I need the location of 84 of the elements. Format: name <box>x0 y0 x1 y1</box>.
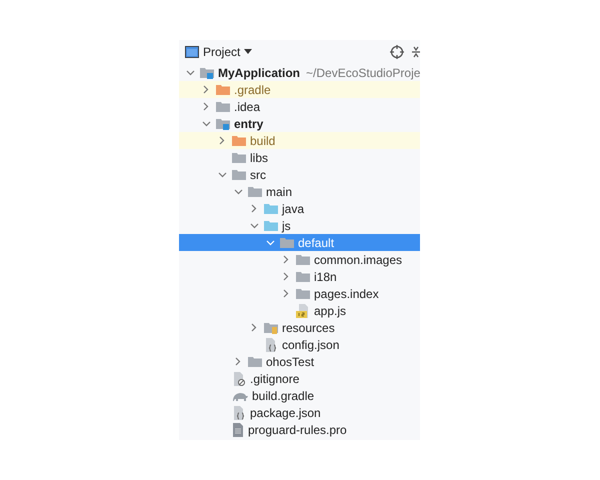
folder-icon <box>232 134 246 146</box>
ignore-file-icon <box>232 372 246 386</box>
module-folder-icon <box>200 66 214 78</box>
chevron-right-icon[interactable] <box>203 102 209 111</box>
tree-row[interactable]: proguard-rules.pro <box>179 421 420 438</box>
chevron-right-icon[interactable] <box>251 204 257 213</box>
tree-item-label: app.js <box>314 302 346 319</box>
tree-item-label: js <box>282 218 291 234</box>
tree-row[interactable]: common.images <box>179 251 420 268</box>
chevron-down-icon[interactable] <box>186 70 194 76</box>
tree-row[interactable]: libs <box>179 149 420 166</box>
tree-row[interactable]: js <box>179 217 420 234</box>
tree-item-label: MyApplication <box>218 64 300 81</box>
tree-row[interactable]: MyApplication ~/DevEcoStudioProje <box>179 64 420 81</box>
tree-item-label: ohosTest <box>266 354 314 370</box>
tree-row[interactable]: java <box>179 200 420 217</box>
tree-item-label: build <box>250 132 276 149</box>
tree-item-label: common.images <box>314 252 402 268</box>
locate-icon[interactable] <box>390 45 404 59</box>
tree-item-label: .gitignore <box>250 370 300 387</box>
chevron-down-icon[interactable] <box>250 222 258 228</box>
tree-row[interactable]: i18n <box>179 268 420 285</box>
folder-icon <box>216 100 230 112</box>
module-folder-icon <box>216 118 230 130</box>
collapse-icon[interactable] <box>412 45 420 59</box>
folder-icon <box>280 236 294 248</box>
tree-row[interactable]: pages.index <box>179 285 420 302</box>
tree-item-label: build.gradle <box>252 388 314 404</box>
chevron-right-icon[interactable] <box>283 289 289 298</box>
highlighted-tree-row[interactable]: .gradle <box>179 81 420 98</box>
chevron-right-icon[interactable] <box>203 85 209 94</box>
folder-icon <box>232 152 246 164</box>
tree-item-label: package.json <box>250 404 321 421</box>
tree-item-label: java <box>282 200 304 217</box>
folder-icon <box>216 84 230 96</box>
tree-item-label: i18n <box>314 268 337 285</box>
json-file-icon <box>264 338 278 352</box>
chevron-right-icon[interactable] <box>283 272 289 281</box>
chevron-right-icon[interactable] <box>283 255 289 264</box>
folder-icon <box>264 220 278 232</box>
tree-row[interactable]: entry <box>179 115 420 132</box>
tree-row[interactable]: main <box>179 183 420 200</box>
tree-row[interactable]: src <box>179 166 420 183</box>
folder-icon <box>248 356 262 368</box>
tree-row[interactable]: .idea <box>179 98 420 115</box>
folder-icon <box>296 288 310 300</box>
tree-item-label: default <box>298 234 334 251</box>
folder-icon <box>296 254 310 266</box>
tree-row[interactable]: app.js <box>179 302 420 319</box>
chevron-down-icon[interactable] <box>234 188 242 194</box>
resources-folder-icon <box>264 322 278 334</box>
tree-item-label: main <box>266 184 292 200</box>
folder-icon <box>296 270 310 282</box>
chevron-right-icon[interactable] <box>251 323 257 332</box>
tree-item-label: proguard-rules.pro <box>248 422 347 438</box>
tree-item-label: entry <box>234 116 264 132</box>
json-file-icon <box>232 406 246 420</box>
tree-item-label: config.json <box>282 336 340 353</box>
folder-icon <box>248 186 262 198</box>
tree-item-path: ~/DevEcoStudioProje <box>306 64 420 81</box>
tree-row[interactable]: package.json <box>179 404 420 421</box>
tree-row[interactable]: ohosTest <box>179 353 420 370</box>
chevron-down-icon[interactable] <box>218 172 226 178</box>
tree-row[interactable]: resources <box>179 319 420 336</box>
chevron-right-icon[interactable] <box>235 357 241 366</box>
tree-item-label: libs <box>250 150 268 166</box>
tree-row[interactable]: build.gradle <box>179 387 420 404</box>
project-view-dropdown[interactable]: Project <box>203 43 252 61</box>
chevron-right-icon[interactable] <box>219 136 225 145</box>
tree-row[interactable]: config.json <box>179 336 420 353</box>
caret-icon <box>244 49 252 55</box>
tree-item-label: pages.index <box>314 286 379 302</box>
text-file-icon <box>232 422 244 436</box>
chevron-down-icon[interactable] <box>202 120 210 126</box>
tree-item-label: .gradle <box>234 82 271 98</box>
tree-item-label: .idea <box>234 98 260 115</box>
folder-icon <box>264 202 278 214</box>
folder-icon <box>232 168 246 180</box>
tree-row[interactable]: .gitignore <box>179 370 420 387</box>
js-file-icon <box>296 304 310 318</box>
project-window-icon <box>185 46 199 58</box>
tree-item-label: resources <box>282 320 335 336</box>
highlighted-tree-row[interactable]: build <box>179 132 420 149</box>
tree-item-label: src <box>250 166 266 183</box>
